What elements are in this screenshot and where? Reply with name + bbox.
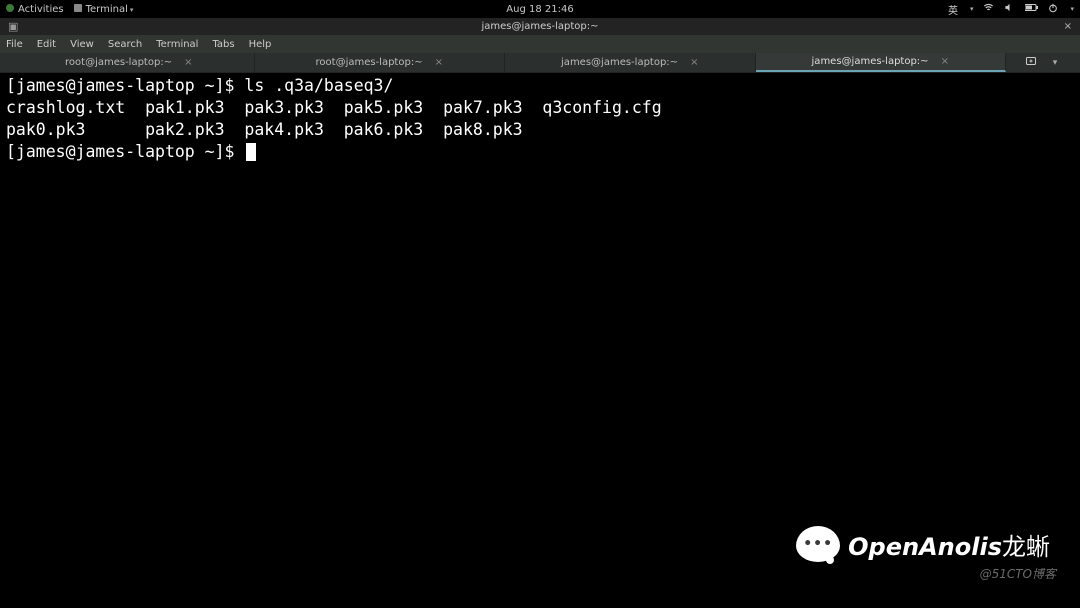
menu-terminal[interactable]: Terminal — [156, 39, 198, 50]
terminal-tab[interactable]: root@james-laptop:~ × — [255, 53, 506, 72]
watermark-source: @51CTO博客 — [980, 565, 1056, 582]
battery-icon[interactable] — [1025, 3, 1038, 15]
panel-clock[interactable]: Aug 18 21:46 — [506, 4, 573, 15]
prompt: [james@james-laptop ~]$ — [6, 142, 244, 161]
active-app-indicator[interactable]: Terminal▾ — [74, 4, 134, 15]
gnome-logo-icon — [6, 4, 14, 12]
tab-close-icon[interactable]: × — [184, 57, 192, 68]
network-icon[interactable] — [983, 2, 994, 16]
tabstrip: root@james-laptop:~ × root@james-laptop:… — [0, 53, 1080, 73]
tab-label: james@james-laptop:~ — [561, 57, 678, 68]
chevron-down-icon: ▾ — [1053, 58, 1058, 68]
window-title-text: james@james-laptop:~ — [0, 21, 1080, 32]
tab-label: root@james-laptop:~ — [65, 57, 172, 68]
menu-help[interactable]: Help — [249, 39, 272, 50]
watermark-brand-en: OpenAnolis — [848, 533, 1002, 561]
terminal-tab[interactable]: root@james-laptop:~ × — [4, 53, 255, 72]
chat-bubble-icon: ••• — [796, 526, 840, 562]
watermark-brand-cn: 龙蜥 — [1002, 533, 1050, 561]
tab-close-icon[interactable]: × — [435, 57, 443, 68]
new-tab-button[interactable] — [1025, 55, 1037, 70]
terminal-tab[interactable]: james@james-laptop:~ × — [505, 53, 756, 72]
window-close-button[interactable]: × — [1064, 21, 1072, 32]
tab-label: james@james-laptop:~ — [812, 56, 929, 67]
chevron-down-icon: ▾ — [1070, 5, 1074, 13]
menu-tabs[interactable]: Tabs — [212, 39, 234, 50]
menu-edit[interactable]: Edit — [37, 39, 56, 50]
terminal-line: [james@james-laptop ~]$ — [6, 141, 1074, 163]
menubar: File Edit View Search Terminal Tabs Help — [0, 35, 1080, 53]
tab-close-icon[interactable]: × — [690, 57, 698, 68]
terminal-tab-active[interactable]: james@james-laptop:~ × — [756, 53, 1007, 72]
activities-label: Activities — [18, 4, 64, 15]
gnome-top-panel: Activities Terminal▾ Aug 18 21:46 英 ▾ — [0, 0, 1080, 18]
terminal-line: pak0.pk3 pak2.pk3 pak4.pk3 pak6.pk3 pak8… — [6, 119, 1074, 141]
tab-close-icon[interactable]: × — [941, 56, 949, 67]
window-titlebar: ▣ james@james-laptop:~ × — [0, 18, 1080, 35]
terminal-line: [james@james-laptop ~]$ ls .q3a/baseq3/ — [6, 75, 1074, 97]
terminal-line: crashlog.txt pak1.pk3 pak3.pk3 pak5.pk3 … — [6, 97, 1074, 119]
tabs-menu-button[interactable]: ▾ — [1051, 57, 1058, 68]
cursor — [246, 143, 256, 161]
command-text: ls .q3a/baseq3/ — [244, 76, 393, 95]
menu-file[interactable]: File — [6, 39, 23, 50]
watermark-brand: ••• OpenAnolis龙蜥 — [796, 526, 1050, 562]
tab-label: root@james-laptop:~ — [316, 57, 423, 68]
terminal-app-icon — [74, 4, 82, 12]
menu-view[interactable]: View — [70, 39, 94, 50]
activities-button[interactable]: Activities — [6, 4, 64, 15]
volume-icon[interactable] — [1004, 2, 1015, 16]
prompt: [james@james-laptop ~]$ — [6, 76, 244, 95]
titlebar-app-icon: ▣ — [8, 20, 18, 33]
chevron-down-icon: ▾ — [970, 5, 974, 13]
power-icon[interactable] — [1048, 3, 1058, 16]
active-app-label: Terminal — [86, 4, 128, 15]
ime-indicator[interactable]: 英 — [948, 2, 958, 17]
menu-search[interactable]: Search — [108, 39, 142, 50]
chevron-down-icon: ▾ — [130, 6, 134, 14]
